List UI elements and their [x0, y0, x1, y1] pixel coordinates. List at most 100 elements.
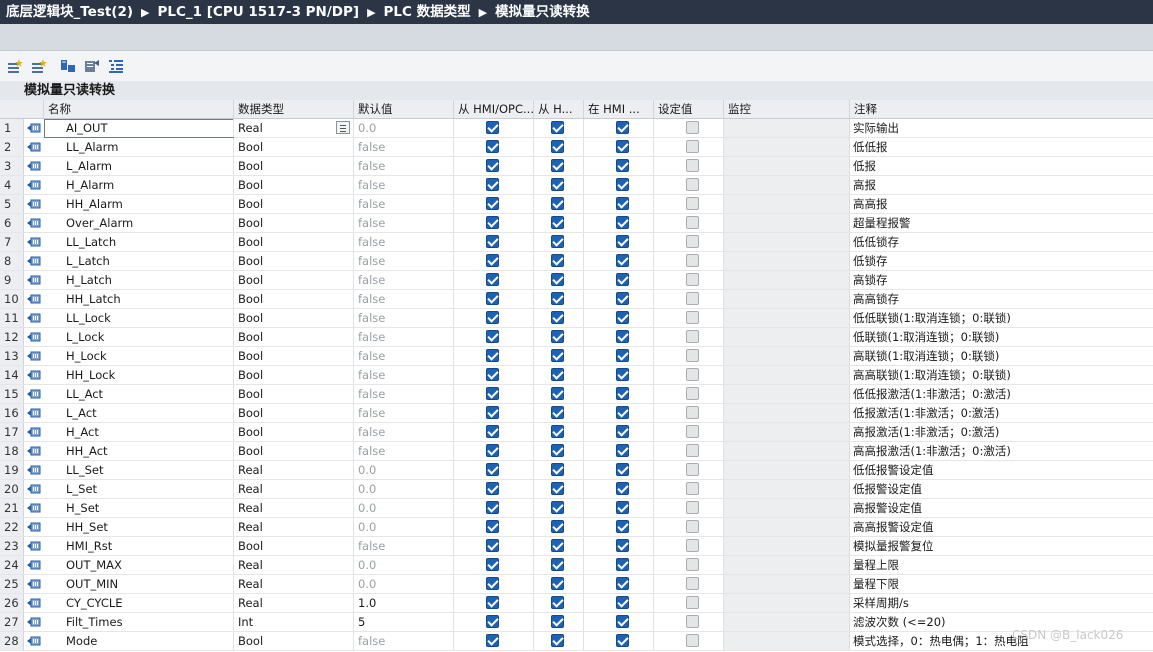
- default-value-cell[interactable]: 0.0: [354, 461, 454, 479]
- name-cell[interactable]: Filt_Times: [44, 613, 234, 631]
- table-row[interactable]: 21 H_Set Real 0.0 高报警设定值: [0, 499, 1153, 518]
- table-row[interactable]: 5 HH_Alarm Bool false 高高报: [0, 195, 1153, 214]
- datatype-cell[interactable]: Bool: [234, 252, 354, 270]
- comment-cell[interactable]: 高高联锁(1:取消连锁；0:联锁): [850, 366, 1153, 384]
- hmi-opc-checkbox[interactable]: [486, 311, 499, 324]
- in-hmi-checkbox[interactable]: [616, 197, 629, 210]
- in-hmi-checkbox[interactable]: [616, 425, 629, 438]
- datatype-dropdown-icon[interactable]: [336, 121, 350, 134]
- hmi-h-checkbox[interactable]: [551, 178, 564, 191]
- hmi-h-checkbox[interactable]: [551, 330, 564, 343]
- datatype-cell[interactable]: Real: [234, 575, 354, 593]
- datatype-cell[interactable]: Bool: [234, 138, 354, 156]
- datatype-cell[interactable]: Real: [234, 461, 354, 479]
- name-cell[interactable]: H_Latch: [44, 271, 234, 289]
- name-cell[interactable]: AI_OUT: [44, 119, 234, 137]
- comment-cell[interactable]: 模拟量报警复位: [850, 537, 1153, 555]
- setpoint-checkbox[interactable]: [686, 577, 699, 590]
- name-cell[interactable]: H_Set: [44, 499, 234, 517]
- hmi-h-checkbox[interactable]: [551, 577, 564, 590]
- default-value-cell[interactable]: 0.0: [354, 556, 454, 574]
- setpoint-checkbox[interactable]: [686, 482, 699, 495]
- in-hmi-checkbox[interactable]: [616, 368, 629, 381]
- hmi-h-checkbox[interactable]: [551, 216, 564, 229]
- setpoint-checkbox[interactable]: [686, 292, 699, 305]
- hmi-opc-checkbox[interactable]: [486, 463, 499, 476]
- in-hmi-checkbox[interactable]: [616, 140, 629, 153]
- hmi-opc-checkbox[interactable]: [486, 254, 499, 267]
- in-hmi-checkbox[interactable]: [616, 273, 629, 286]
- datatype-cell[interactable]: Bool: [234, 290, 354, 308]
- breadcrumb-item[interactable]: PLC_1 [CPU 1517-3 PN/DP]: [158, 0, 360, 24]
- hmi-h-checkbox[interactable]: [551, 387, 564, 400]
- table-row[interactable]: 15 LL_Act Bool false 低低报激活(1:非激活；0:激活): [0, 385, 1153, 404]
- hmi-opc-checkbox[interactable]: [486, 406, 499, 419]
- default-value-cell[interactable]: false: [354, 537, 454, 555]
- default-value-cell[interactable]: false: [354, 138, 454, 156]
- table-row[interactable]: 9 H_Latch Bool false 高锁存: [0, 271, 1153, 290]
- setpoint-checkbox[interactable]: [686, 311, 699, 324]
- row-number[interactable]: 1: [0, 119, 24, 137]
- default-value-cell[interactable]: false: [354, 328, 454, 346]
- in-hmi-checkbox[interactable]: [616, 121, 629, 134]
- hmi-opc-checkbox[interactable]: [486, 197, 499, 210]
- in-hmi-checkbox[interactable]: [616, 463, 629, 476]
- hmi-opc-checkbox[interactable]: [486, 444, 499, 457]
- table-row[interactable]: 16 L_Act Bool false 低报激活(1:非激活；0:激活): [0, 404, 1153, 423]
- table-row[interactable]: 24 OUT_MAX Real 0.0 量程上限: [0, 556, 1153, 575]
- comment-cell[interactable]: 低报警设定值: [850, 480, 1153, 498]
- add-row-icon[interactable]: [31, 59, 47, 73]
- name-cell[interactable]: HMI_Rst: [44, 537, 234, 555]
- default-value-cell[interactable]: false: [354, 214, 454, 232]
- datatype-cell[interactable]: Int: [234, 613, 354, 631]
- name-cell[interactable]: LL_Latch: [44, 233, 234, 251]
- column-header-monitor[interactable]: 监控: [724, 100, 850, 118]
- hmi-opc-checkbox[interactable]: [486, 539, 499, 552]
- hmi-h-checkbox[interactable]: [551, 482, 564, 495]
- table-row[interactable]: 28 Mode Bool false 模式选择，0：热电偶；1：热电阻: [0, 632, 1153, 651]
- in-hmi-checkbox[interactable]: [616, 577, 629, 590]
- in-hmi-checkbox[interactable]: [616, 330, 629, 343]
- comment-cell[interactable]: 低低报激活(1:非激活；0:激活): [850, 385, 1153, 403]
- row-number[interactable]: 23: [0, 537, 24, 555]
- datatype-cell[interactable]: Bool: [234, 347, 354, 365]
- table-row[interactable]: 27 Filt_Times Int 5 滤波次数 (<=20): [0, 613, 1153, 632]
- in-hmi-checkbox[interactable]: [616, 501, 629, 514]
- column-header-in-hmi[interactable]: 在 HMI ...: [584, 100, 654, 118]
- setpoint-checkbox[interactable]: [686, 197, 699, 210]
- name-cell[interactable]: HH_Latch: [44, 290, 234, 308]
- setpoint-checkbox[interactable]: [686, 368, 699, 381]
- datatype-cell[interactable]: Bool: [234, 537, 354, 555]
- name-cell[interactable]: L_Set: [44, 480, 234, 498]
- table-row[interactable]: 23 HMI_Rst Bool false 模拟量报警复位: [0, 537, 1153, 556]
- default-value-cell[interactable]: false: [354, 195, 454, 213]
- row-number[interactable]: 12: [0, 328, 24, 346]
- hmi-h-checkbox[interactable]: [551, 539, 564, 552]
- comment-cell[interactable]: 低报激活(1:非激活；0:激活): [850, 404, 1153, 422]
- setpoint-checkbox[interactable]: [686, 216, 699, 229]
- default-value-cell[interactable]: 5: [354, 613, 454, 631]
- comment-cell[interactable]: 高报: [850, 176, 1153, 194]
- in-hmi-checkbox[interactable]: [616, 615, 629, 628]
- comment-cell[interactable]: 实际输出: [850, 119, 1153, 137]
- setpoint-checkbox[interactable]: [686, 121, 699, 134]
- column-header-hmi-h[interactable]: 从 H...: [534, 100, 584, 118]
- datatype-cell[interactable]: Bool: [234, 195, 354, 213]
- hmi-h-checkbox[interactable]: [551, 140, 564, 153]
- table-row[interactable]: 4 H_Alarm Bool false 高报: [0, 176, 1153, 195]
- hmi-h-checkbox[interactable]: [551, 596, 564, 609]
- table-row[interactable]: 6 Over_Alarm Bool false 超量程报警: [0, 214, 1153, 233]
- row-number[interactable]: 6: [0, 214, 24, 232]
- comment-cell[interactable]: 低低联锁(1:取消连锁；0:联锁): [850, 309, 1153, 327]
- hmi-opc-checkbox[interactable]: [486, 330, 499, 343]
- default-value-cell[interactable]: false: [354, 252, 454, 270]
- comment-cell[interactable]: 高报警设定值: [850, 499, 1153, 517]
- default-value-cell[interactable]: false: [354, 271, 454, 289]
- hmi-h-checkbox[interactable]: [551, 520, 564, 533]
- default-value-cell[interactable]: false: [354, 632, 454, 650]
- name-cell[interactable]: Mode: [44, 632, 234, 650]
- name-cell[interactable]: L_Lock: [44, 328, 234, 346]
- comment-cell[interactable]: 低低报警设定值: [850, 461, 1153, 479]
- hmi-opc-checkbox[interactable]: [486, 501, 499, 514]
- default-value-cell[interactable]: false: [354, 385, 454, 403]
